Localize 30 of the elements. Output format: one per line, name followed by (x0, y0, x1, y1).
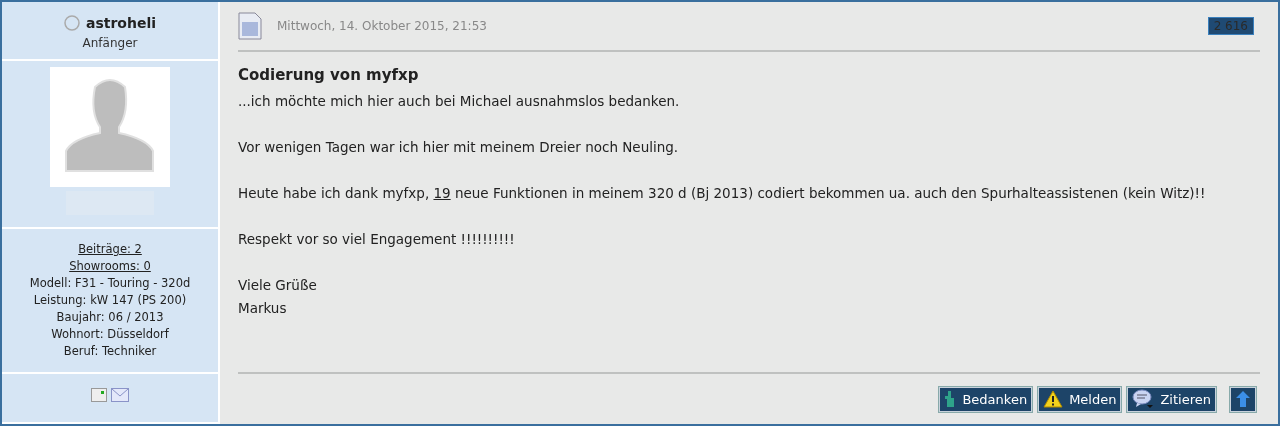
profile-info: Wohnort: Düsseldorf (51, 326, 169, 343)
arrow-up-icon (1236, 391, 1250, 407)
scroll-top-button[interactable] (1230, 386, 1256, 412)
profile-info: Beruf: Techniker (63, 343, 157, 360)
quote-button[interactable]: Zitieren (1127, 386, 1216, 412)
warning-icon (1043, 390, 1064, 408)
thumb-icon (944, 390, 957, 408)
post-text: Viele Grüße (238, 277, 318, 294)
post-text: Respekt vor so viel Engagement !!!!!!!!!! (238, 231, 516, 248)
user-rank: Anfänger (82, 36, 138, 50)
post-text: Heute habe ich dank myfxp, 19 neue Funktionen in meinem 320 d (Bj 2013) codiert bekommen ua. auch den Spurhalteassistenen (kein Witz)!! (238, 185, 1207, 202)
document-icon (238, 12, 262, 40)
username[interactable]: astroheli (85, 15, 157, 31)
post-title: Codierung von myfxp (238, 66, 420, 84)
post-date: Mittwoch, 14. Oktober 2015, 21:53 (277, 19, 488, 33)
profile-link[interactable]: Showrooms: 0 (69, 258, 151, 275)
profile-info: Modell: F31 - Touring - 320d (29, 275, 191, 292)
post-text: Vor wenigen Tagen war ich hier mit meinem Dreier noch Neuling. (238, 139, 680, 156)
view-count: 2 616 (1207, 17, 1254, 35)
post-text: ...ich möchte mich hier auch bei Michael ausnahmslos bedanken. (238, 93, 681, 110)
profile-info: Baujahr: 06 / 2013 (56, 309, 164, 326)
post-text: Markus (238, 300, 288, 317)
mail-icon[interactable] (111, 388, 129, 402)
report-button[interactable]: Melden (1038, 386, 1122, 412)
text-link[interactable]: 19 (433, 185, 451, 201)
thanks-button[interactable]: Bedanken (939, 386, 1033, 412)
profile-info: Leistung: kW 147 (PS 200) (33, 292, 187, 309)
contact-card-icon[interactable] (91, 388, 107, 402)
speech-bubble-icon (1132, 389, 1155, 409)
profile-link[interactable]: Beiträge: 2 (78, 241, 142, 258)
